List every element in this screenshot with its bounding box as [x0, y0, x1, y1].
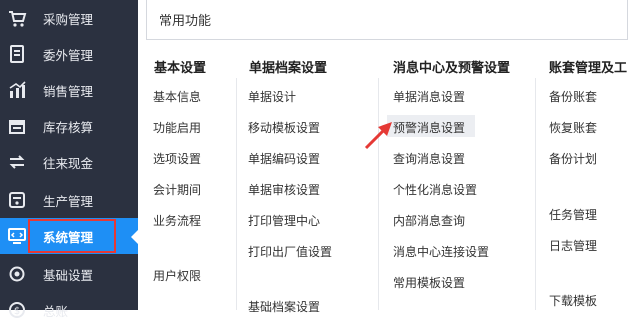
link-print-defaults[interactable]: 打印出厂值设置	[248, 243, 332, 260]
header: 常用功能	[146, 0, 628, 40]
active-pointer	[131, 229, 139, 245]
column-divider	[535, 78, 536, 310]
link-document-coding[interactable]: 单据编码设置	[248, 150, 320, 167]
settings-icon	[6, 263, 28, 285]
link-alert-message[interactable]: 预警消息设置	[393, 119, 465, 136]
sidebar-item-label: 库存核算	[43, 119, 94, 135]
sidebar-item-inventory[interactable]: 库存核算	[0, 108, 138, 144]
sidebar-item-basic-settings[interactable]: 基础设置	[0, 256, 138, 292]
link-print-center[interactable]: 打印管理中心	[248, 212, 320, 229]
sidebar-item-sales[interactable]: 销售管理	[0, 72, 138, 108]
column-divider	[378, 78, 379, 310]
column-title-accounts: 账套管理及工	[549, 61, 628, 76]
link-mobile-template[interactable]: 移动模板设置	[248, 119, 320, 136]
cart-icon	[6, 7, 28, 29]
link-personal-message[interactable]: 个性化消息设置	[393, 181, 477, 198]
sidebar-item-ledger[interactable]: $ 总账	[0, 292, 138, 328]
link-query-message[interactable]: 查询消息设置	[393, 150, 465, 167]
sidebar-item-label: 销售管理	[43, 83, 94, 99]
production-icon	[6, 189, 28, 211]
annotation-arrow-icon	[364, 122, 392, 150]
column-title-messages: 消息中心及预警设置	[393, 61, 511, 76]
link-basic-archive[interactable]: 基础档案设置	[248, 298, 320, 315]
link-backup-account[interactable]: 备份账套	[549, 88, 597, 105]
sidebar-item-production[interactable]: 生产管理	[0, 182, 138, 218]
svg-text:$: $	[14, 306, 20, 317]
exchange-icon	[6, 151, 28, 173]
system-icon	[6, 225, 28, 247]
sidebar-item-label: 往来现金	[43, 155, 94, 171]
sidebar-item-label: 采购管理	[43, 11, 94, 27]
ledger-icon: $	[6, 299, 28, 321]
link-internal-message[interactable]: 内部消息查询	[393, 212, 465, 229]
warehouse-icon	[6, 115, 28, 137]
link-basic-info[interactable]: 基本信息	[153, 88, 201, 105]
column-divider	[236, 78, 237, 310]
link-feature-enable[interactable]: 功能启用	[153, 119, 201, 136]
sidebar-item-outsourcing[interactable]: 委外管理	[0, 36, 138, 72]
sidebar: 采购管理 委外管理 销售管理 库存核算 往来现金 生产管理 系统管理 基础设置 …	[0, 0, 138, 319]
link-message-connection[interactable]: 消息中心连接设置	[393, 243, 489, 260]
link-backup-plan[interactable]: 备份计划	[549, 150, 597, 167]
sidebar-item-purchase[interactable]: 采购管理	[0, 0, 138, 36]
link-task-management[interactable]: 任务管理	[549, 206, 597, 223]
link-user-permissions[interactable]: 用户权限	[153, 267, 201, 284]
link-download-template[interactable]: 下载模板	[549, 292, 597, 309]
link-document-message[interactable]: 单据消息设置	[393, 88, 465, 105]
sidebar-item-cash[interactable]: 往来现金	[0, 144, 138, 180]
column-title-basic: 基本设置	[154, 61, 207, 76]
sidebar-item-label: 委外管理	[43, 47, 94, 63]
active-item-highlight	[28, 219, 116, 253]
link-restore-account[interactable]: 恢复账套	[549, 119, 597, 136]
chart-icon	[6, 79, 28, 101]
document-icon	[6, 43, 28, 65]
link-common-template[interactable]: 常用模板设置	[393, 274, 465, 291]
link-document-review[interactable]: 单据审核设置	[248, 181, 320, 198]
sidebar-item-label: 总账	[43, 303, 69, 319]
link-log-management[interactable]: 日志管理	[549, 237, 597, 254]
column-title-documents: 单据档案设置	[249, 61, 328, 76]
sidebar-item-label: 生产管理	[43, 193, 94, 209]
link-document-design[interactable]: 单据设计	[248, 88, 296, 105]
sidebar-item-label: 基础设置	[43, 267, 94, 283]
link-accounting-period[interactable]: 会计期间	[153, 181, 201, 198]
page-title: 常用功能	[159, 14, 212, 29]
link-option-settings[interactable]: 选项设置	[153, 150, 201, 167]
link-business-flow[interactable]: 业务流程	[153, 212, 201, 229]
